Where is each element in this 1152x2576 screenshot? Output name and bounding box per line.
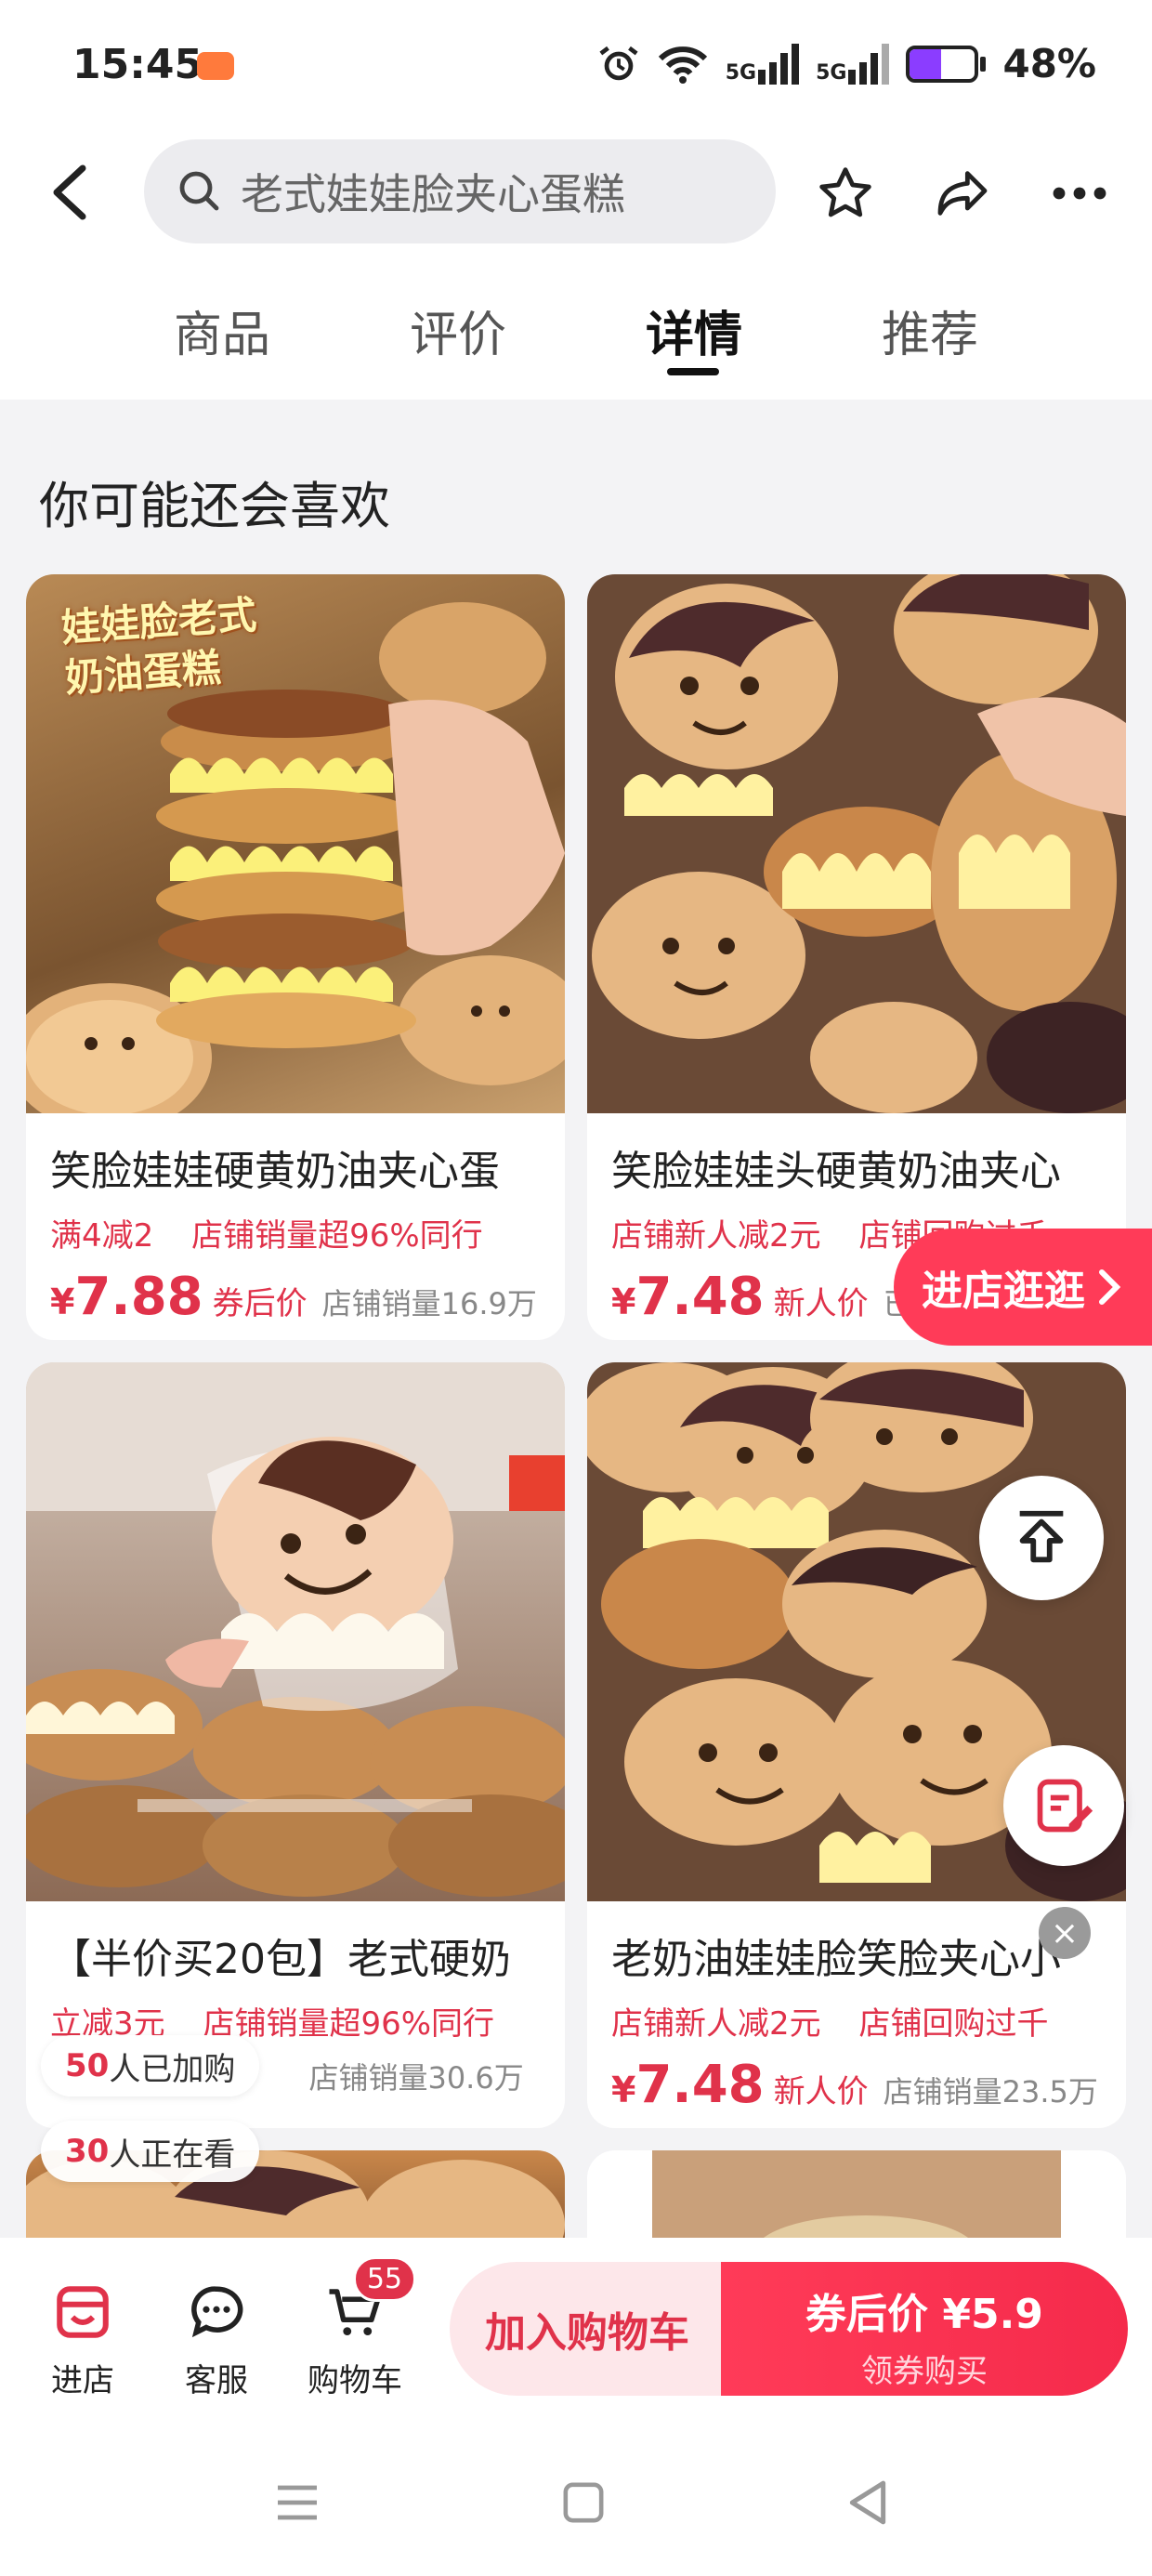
buy-sub-label: 领券购买 — [861, 2353, 988, 2390]
product-price: 7.48 — [635, 2055, 765, 2115]
product-tag: 店铺销量超96%同行 — [203, 2005, 495, 2043]
product-title: 【半价买20包】老式硬奶 — [50, 1936, 511, 1983]
product-tag: 店铺销量超96%同行 — [191, 1217, 483, 1255]
product-tag: 店铺回购过千 — [858, 2005, 1049, 2043]
product-price-row: ¥ 7.48 新人价 店铺销量23.5万 — [587, 2044, 1126, 2115]
search-placeholder: 老式娃娃脸夹心蛋糕 — [241, 169, 625, 219]
shop-icon — [47, 2277, 118, 2347]
added-to-cart-pill: 50 人已加购 — [41, 2035, 260, 2096]
share-icon — [937, 171, 988, 216]
product-card[interactable]: 笑脸娃娃头硬黄奶油夹心 店铺新人减2元 店铺回购过千 ¥ 7.48 新人价 已售 — [587, 574, 1126, 1340]
search-input[interactable]: 老式娃娃脸夹心蛋糕 — [144, 139, 776, 243]
back-triangle-icon — [849, 2480, 886, 2525]
more-icon — [1053, 187, 1106, 200]
back-nav-button[interactable] — [831, 2470, 905, 2535]
visit-shop-button[interactable]: 进店逛逛 — [894, 1229, 1152, 1346]
product-title: 笑脸娃娃头硬黄奶油夹心 — [611, 1148, 1061, 1195]
product-title: 笑脸娃娃硬黄奶油夹心蛋 — [50, 1148, 500, 1195]
edit-note-icon — [1037, 1779, 1093, 1833]
share-button[interactable] — [927, 158, 998, 229]
customer-service-label: 客服 — [185, 2362, 248, 2399]
product-image — [26, 1362, 565, 1901]
cart-button[interactable]: 55 购物车 — [299, 2256, 416, 2400]
product-sales: 店铺销量16.9万 — [321, 1286, 537, 1321]
product-tags: 店铺新人减2元 店铺回购过千 — [587, 1985, 1126, 2044]
more-button[interactable] — [1044, 158, 1115, 229]
cart-count-badge: 55 — [352, 2256, 416, 2302]
back-icon — [53, 164, 86, 220]
tab-recommend[interactable]: 推荐 — [812, 260, 1048, 400]
battery-percent: 48% — [1002, 41, 1096, 86]
added-count: 50 — [65, 2047, 110, 2084]
menu-nav-button[interactable] — [260, 2470, 334, 2535]
chevron-right-icon — [1099, 1269, 1120, 1305]
chat-icon — [181, 2277, 252, 2347]
price-label: 新人价 — [773, 1285, 869, 1322]
header: 老式娃娃脸夹心蛋糕 — [0, 139, 1152, 260]
buy-price-label: 券后价 ¥5.9 — [805, 2291, 1043, 2338]
product-tag: 店铺新人减2元 — [611, 2005, 821, 2043]
alarm-icon — [599, 46, 638, 80]
price-label: 券后价 — [212, 1285, 308, 1322]
home-square-icon — [563, 2482, 604, 2523]
product-tag: 店铺新人减2元 — [611, 1217, 821, 1255]
add-to-cart-button[interactable]: 加入购物车 — [450, 2262, 725, 2396]
product-card[interactable]: 娃娃脸老式 奶油蛋糕 笑脸娃娃硬黄奶油夹心蛋 满4减2 店铺销量超96%同行 ¥… — [26, 574, 565, 1340]
arrow-up-icon — [1019, 1510, 1064, 1563]
signal-5g-icon: 5G — [725, 43, 800, 85]
signal-5g-icon: 5G — [816, 43, 890, 85]
bottom-action-bar: 进店 客服 55 购物车 加入购物车 券后价 ¥5.9 领券购买 — [0, 2238, 1152, 2433]
price-currency: ¥ — [611, 1281, 636, 1322]
tab-product[interactable]: 商品 — [104, 260, 340, 400]
product-sales: 店铺销量23.5万 — [883, 2074, 1098, 2109]
wifi-icon — [658, 46, 707, 84]
signal-1-label: 5G — [725, 60, 757, 85]
added-text: 人已加购 — [109, 2050, 236, 2088]
game-app-icon — [197, 52, 234, 80]
buy-with-coupon-button[interactable]: 券后价 ¥5.9 领券购买 — [721, 2262, 1128, 2396]
favorite-button[interactable] — [810, 158, 881, 229]
product-sales: 店铺销量30.6万 — [308, 2060, 524, 2096]
star-icon — [819, 167, 871, 217]
viewing-now-pill: 30 人正在看 — [41, 2121, 260, 2182]
battery-icon — [906, 45, 987, 83]
product-price: 7.48 — [635, 1267, 765, 1327]
scroll-top-button[interactable] — [979, 1476, 1104, 1600]
tab-details[interactable]: 详情 — [576, 260, 812, 400]
note-button[interactable] — [1003, 1745, 1124, 1866]
product-card[interactable]: 【半价买20包】老式硬奶 立减3元 店铺销量超96%同行 ¥ 店铺销量30.6万 — [26, 1362, 565, 2128]
product-tag: 满4减2 — [50, 1217, 154, 1255]
tab-reviews[interactable]: 评价 — [340, 260, 576, 400]
close-button[interactable]: × — [1039, 1907, 1091, 1959]
product-tags: 满4减2 店铺销量超96%同行 — [26, 1197, 565, 1255]
shop-label: 进店 — [51, 2362, 114, 2399]
cart-icon: 55 — [320, 2256, 416, 2347]
section-title: 你可能还会喜欢 — [39, 477, 390, 535]
signal-2-label: 5G — [816, 60, 847, 85]
system-nav-bar — [0, 2433, 1152, 2576]
product-image — [587, 574, 1126, 1113]
status-bar: 15:45 5G 5G 48% — [0, 0, 1152, 139]
customer-service-button[interactable]: 客服 — [165, 2277, 268, 2400]
viewing-text: 人正在看 — [109, 2136, 236, 2174]
price-currency: ¥ — [611, 2070, 636, 2110]
shop-button[interactable]: 进店 — [32, 2277, 134, 2400]
tab-bar: 商品 评价 详情 推荐 — [0, 260, 1152, 400]
viewing-count: 30 — [65, 2133, 110, 2170]
visit-shop-label: 进店逛逛 — [922, 1268, 1085, 1315]
status-time: 15:45 — [72, 41, 203, 88]
back-button[interactable] — [37, 160, 102, 225]
product-image: 娃娃脸老式 奶油蛋糕 — [26, 574, 565, 1113]
product-price-row: ¥ 7.88 券后价 店铺销量16.9万 — [26, 1255, 565, 1327]
price-currency: ¥ — [50, 1281, 75, 1322]
menu-icon — [278, 2485, 317, 2520]
cart-label: 购物车 — [308, 2362, 402, 2399]
search-icon — [179, 171, 219, 211]
price-label: 新人价 — [773, 2073, 869, 2110]
home-nav-button[interactable] — [546, 2470, 621, 2535]
product-price: 7.88 — [74, 1267, 203, 1327]
image-overlay-text: 娃娃脸老式 奶油蛋糕 — [59, 591, 258, 702]
status-indicators: 5G 5G 48% — [597, 41, 1096, 86]
